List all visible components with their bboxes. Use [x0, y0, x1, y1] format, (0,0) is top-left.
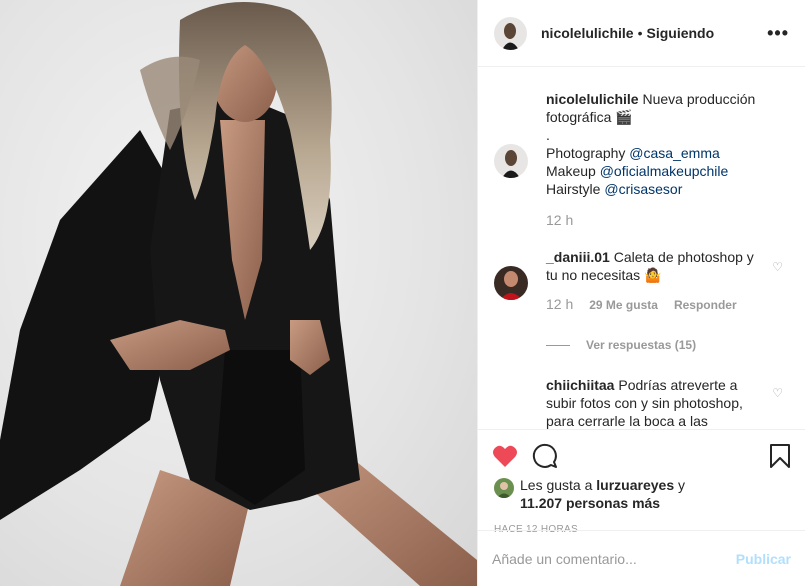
- publish-button[interactable]: Publicar: [736, 551, 791, 567]
- more-horizontal-icon[interactable]: •••: [767, 23, 789, 44]
- comment-text: _daniii.01 Caleta de photoshop y tu no n…: [546, 248, 789, 284]
- likes-count[interactable]: 11.207 personas más: [520, 495, 660, 511]
- credit-label-makeup: Makeup: [546, 163, 600, 179]
- likes-summary: Les gusta a lurzuareyes y 11.207 persona…: [478, 474, 805, 512]
- post-photo-illustration: [0, 2, 477, 586]
- add-comment-bar: Publicar: [478, 530, 805, 586]
- follow-status-button[interactable]: Siguiendo: [647, 25, 715, 41]
- liker-avatar[interactable]: [494, 478, 514, 498]
- caption-username[interactable]: nicolelulichile: [546, 91, 639, 107]
- heart-filled-icon[interactable]: [492, 444, 518, 471]
- caption-author-avatar[interactable]: [494, 144, 528, 178]
- likes-prefix: Les gusta a: [520, 477, 597, 493]
- replies-divider: [546, 344, 570, 346]
- commenter-avatar[interactable]: [494, 266, 528, 300]
- caption-text: nicolelulichile Nueva producción fotográ…: [546, 90, 789, 198]
- comment-like-icon[interactable]: ♡: [772, 260, 783, 274]
- credit-label-hairstyle: Hairstyle: [546, 181, 605, 197]
- comments-list: nicolelulichile Nueva producción fotográ…: [478, 68, 805, 429]
- liker-username[interactable]: lurzuareyes: [596, 477, 674, 493]
- header-separator: •: [637, 25, 643, 41]
- bookmark-icon[interactable]: [769, 443, 791, 472]
- mention-link[interactable]: @oficialmakeupchile: [600, 163, 729, 179]
- author-username[interactable]: nicolelulichile: [541, 25, 634, 41]
- caption-meta: 12 h: [546, 212, 789, 228]
- caption-text-line-2: .: [546, 127, 550, 143]
- post-header: nicolelulichile • Siguiendo •••: [478, 0, 805, 67]
- action-icons: [478, 430, 805, 474]
- author-avatar[interactable]: [494, 16, 527, 50]
- reply-button[interactable]: Responder: [674, 298, 737, 312]
- instagram-post: nicolelulichile • Siguiendo ••• nicolelu…: [0, 0, 805, 586]
- commenter-username[interactable]: _daniii.01: [546, 249, 610, 265]
- post-photo[interactable]: [0, 0, 477, 586]
- comment-time[interactable]: 12 h: [546, 296, 573, 312]
- commenter-username[interactable]: chiichiitaa: [546, 377, 614, 393]
- credit-label-photography: Photography: [546, 145, 630, 161]
- caption-comment: nicolelulichile Nueva producción fotográ…: [494, 90, 789, 228]
- comment-item: ♡ chiichiitaa Podrías atreverte a subir …: [494, 376, 789, 429]
- comment-text: chiichiitaa Podrías atreverte a subir fo…: [546, 376, 789, 429]
- comment-likes-count[interactable]: 29 Me gusta: [589, 298, 658, 312]
- post-actions: Les gusta a lurzuareyes y 11.207 persona…: [478, 429, 805, 586]
- comment-like-icon[interactable]: ♡: [772, 386, 783, 400]
- comment-meta: 12 h 29 Me gusta Responder: [546, 296, 789, 312]
- likes-text: Les gusta a lurzuareyes y 11.207 persona…: [520, 476, 685, 512]
- comment-icon[interactable]: [532, 443, 558, 472]
- likes-middle: y: [674, 477, 685, 493]
- view-replies-button[interactable]: Ver respuestas (15): [546, 338, 696, 352]
- mention-link[interactable]: @casa_emma: [629, 145, 719, 161]
- comment-item: ♡ _daniii.01 Caleta de photoshop y tu no…: [494, 248, 789, 312]
- comment-input[interactable]: [492, 550, 736, 567]
- mention-link[interactable]: @crisasesor: [604, 181, 682, 197]
- view-replies-label: Ver respuestas (15): [586, 338, 697, 352]
- post-sidebar: nicolelulichile • Siguiendo ••• nicolelu…: [477, 0, 805, 586]
- caption-time[interactable]: 12 h: [546, 212, 573, 228]
